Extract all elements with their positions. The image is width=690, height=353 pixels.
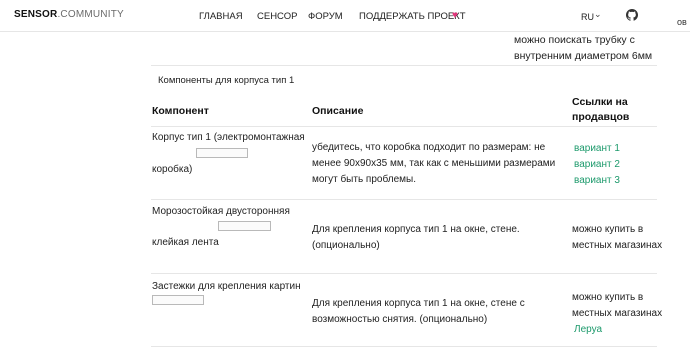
header-text: Ссылки на: [572, 96, 628, 108]
desc-text: (опционально): [312, 240, 380, 251]
desc-text: возможностью снятия. (опционально): [312, 314, 488, 325]
seller-text: местных магазинах: [572, 240, 663, 251]
seller-link-variant-2[interactable]: вариант 2: [574, 157, 620, 173]
desc-text: убедитесь, что коробка подходит по разме…: [312, 142, 546, 153]
prev-row-text: внутренним диаметром 6мм: [514, 50, 653, 62]
desc-text: Для крепления корпуса тип 1 на окне, сте…: [312, 224, 520, 235]
logo-light-text: .COMMUNITY: [57, 9, 124, 20]
component-image-placeholder: [218, 221, 271, 231]
site-logo[interactable]: SENSOR.COMMUNITY: [14, 9, 124, 20]
table-row-2-description: Для крепления корпуса тип 1 на окне, сте…: [312, 222, 520, 254]
divider: [151, 273, 657, 274]
column-header-description: Описание: [312, 105, 364, 117]
divider: [151, 199, 657, 200]
top-navbar: SENSOR.COMMUNITY ГЛАВНАЯ СЕНСОР ФОРУМ ПО…: [0, 0, 690, 32]
component-name-cont: коробка): [152, 164, 193, 175]
prev-row-seller-cell: можно поискать трубку с внутренним диаме…: [514, 32, 654, 64]
language-selector[interactable]: RU: [581, 12, 594, 22]
seller-link-leroy[interactable]: Леруа: [572, 322, 662, 338]
seller-text: местных магазинах: [572, 308, 663, 319]
table-row-1-component: Корпус тип 1 (электромонтажная: [152, 130, 305, 146]
nav-support-project[interactable]: ПОДДЕРЖАТЬ ПРОЕКТ: [359, 11, 466, 22]
desc-text: могут быть проблемы.: [312, 174, 416, 185]
divider: [151, 346, 657, 347]
nav-home[interactable]: ГЛАВНАЯ: [199, 11, 243, 22]
github-icon[interactable]: [626, 9, 638, 21]
component-image-placeholder: [152, 295, 204, 305]
desc-text: Для крепления корпуса тип 1 на окне, сте…: [312, 298, 525, 309]
desc-text: менее 90x90x35 мм, так как с меньшими ра…: [312, 158, 556, 169]
prev-row-text: можно поискать трубку с: [514, 34, 635, 46]
table-row-3-description: Для крепления корпуса тип 1 на окне, сте…: [312, 296, 525, 328]
clipped-text: ов: [677, 17, 687, 27]
component-name-cont: клейкая лента: [152, 237, 219, 248]
table-row-3-seller: можно купить в местных магазинах Леруа: [572, 290, 662, 338]
component-name: Корпус тип 1 (электромонтажная: [152, 132, 305, 143]
component-image-placeholder: [196, 148, 248, 158]
seller-link-variant-1[interactable]: вариант 1: [574, 141, 620, 157]
seller-link-variant-3[interactable]: вариант 3: [574, 173, 620, 189]
column-header-links: Ссылки на продавцов: [572, 95, 629, 125]
table-row-3-component: Застежки для крепления картин: [152, 281, 301, 292]
nav-forum[interactable]: ФОРУМ: [308, 11, 343, 22]
chevron-down-icon[interactable]: ⌄: [594, 9, 602, 20]
divider: [151, 126, 657, 127]
table-row-1-links: вариант 1 вариант 2 вариант 3: [574, 141, 620, 189]
seller-text: можно купить в: [572, 292, 644, 303]
table-row-2-seller: можно купить в местных магазинах: [572, 222, 662, 254]
heart-icon: ♥: [452, 10, 458, 21]
nav-sensor[interactable]: СЕНСОР: [257, 11, 297, 22]
column-header-component: Компонент: [152, 105, 209, 117]
table-caption: Компоненты для корпуса тип 1: [158, 75, 295, 86]
logo-bold-text: SENSOR: [14, 9, 58, 20]
table-row-2-component: Морозостойкая двусторонняя: [152, 206, 290, 217]
header-text: продавцов: [572, 111, 630, 123]
table-row-1-description: убедитесь, что коробка подходит по разме…: [312, 140, 555, 188]
seller-text: можно купить в: [572, 224, 644, 235]
divider: [151, 65, 657, 66]
